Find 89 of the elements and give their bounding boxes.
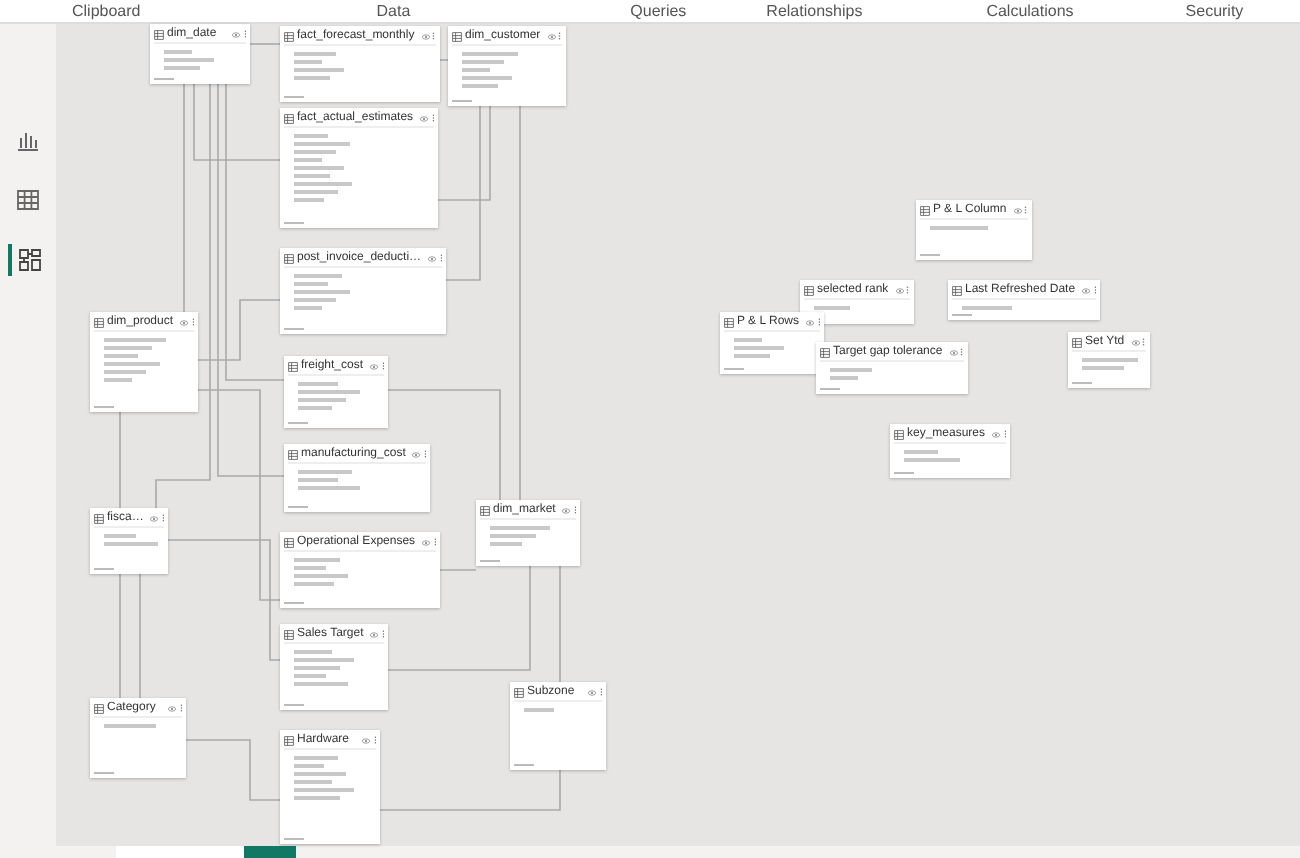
table-icon <box>452 31 462 41</box>
collapse-link[interactable] <box>514 763 534 766</box>
collapse-link[interactable] <box>480 559 500 562</box>
collapse-link[interactable] <box>288 421 308 424</box>
relationship-line[interactable] <box>139 573 141 699</box>
table-icon <box>480 505 490 515</box>
collapse-link[interactable] <box>820 387 840 390</box>
eye-icon[interactable] <box>420 115 429 121</box>
eye-icon[interactable] <box>547 33 556 39</box>
collapse-link[interactable] <box>952 313 972 316</box>
collapse-link[interactable] <box>284 95 304 98</box>
eye-icon[interactable] <box>1013 207 1022 213</box>
relationship-line[interactable] <box>439 569 477 571</box>
table-icon <box>820 347 830 357</box>
ribbon-group-label: Data <box>376 2 411 20</box>
eye-icon[interactable] <box>562 507 571 513</box>
table-icon <box>894 429 904 439</box>
eye-icon[interactable] <box>428 255 437 261</box>
collapse-link[interactable] <box>284 327 304 330</box>
collapse-link[interactable] <box>284 601 304 604</box>
eye-icon[interactable] <box>370 363 379 369</box>
collapse-link[interactable] <box>894 471 914 474</box>
collapse-link[interactable] <box>724 367 744 370</box>
eye-icon[interactable] <box>1082 287 1091 293</box>
table-icon <box>154 29 164 39</box>
relationship-line[interactable] <box>185 739 281 801</box>
collapse-link[interactable] <box>1072 381 1092 384</box>
table-icon <box>284 629 294 639</box>
relationship-line[interactable] <box>387 565 531 671</box>
relationship-line[interactable] <box>519 105 521 501</box>
table-icon <box>284 253 294 263</box>
collapse-link[interactable] <box>284 837 304 840</box>
ribbon-group-label: Queries <box>630 2 687 20</box>
collapse-link[interactable] <box>94 405 114 408</box>
eye-icon[interactable] <box>895 287 904 293</box>
table-icon <box>94 317 104 327</box>
relationship-line[interactable] <box>437 105 491 201</box>
relationship-line[interactable] <box>197 389 281 601</box>
eye-icon[interactable] <box>362 737 370 743</box>
page-tab[interactable] <box>244 846 296 858</box>
table-icon <box>952 285 962 295</box>
page-tab[interactable] <box>116 846 244 858</box>
table-icon <box>94 513 104 523</box>
relationship-line[interactable] <box>249 43 281 45</box>
ribbon-group-label: Security <box>1185 2 1244 20</box>
ribbon-group-label: Calculations <box>986 2 1074 20</box>
relationship-line[interactable] <box>559 565 561 683</box>
table-icon <box>804 285 814 295</box>
ribbon-group-label: Relationships <box>766 2 863 20</box>
table-icon <box>920 205 930 215</box>
eye-icon[interactable] <box>370 631 379 637</box>
table-icon <box>288 361 298 371</box>
eye-icon[interactable] <box>806 319 815 325</box>
table-icon <box>514 687 524 697</box>
relationship-line[interactable] <box>225 83 285 381</box>
relationship-line[interactable] <box>193 83 281 161</box>
eye-icon[interactable] <box>588 689 596 695</box>
eye-icon[interactable] <box>150 515 159 521</box>
eye-icon[interactable] <box>232 31 240 37</box>
table-icon <box>94 703 104 713</box>
ribbon-group-label: Clipboard <box>72 2 141 20</box>
eye-icon[interactable] <box>1131 339 1140 345</box>
eye-icon[interactable] <box>168 705 176 711</box>
eye-icon[interactable] <box>992 431 1001 437</box>
relationship-line[interactable] <box>167 539 281 661</box>
eye-icon[interactable] <box>421 33 430 39</box>
table-icon <box>284 31 294 41</box>
collapse-link[interactable] <box>288 505 308 508</box>
collapse-link[interactable] <box>920 253 940 256</box>
collapse-link[interactable] <box>284 221 304 224</box>
eye-icon[interactable] <box>412 451 421 457</box>
collapse-link[interactable] <box>154 77 174 80</box>
eye-icon[interactable] <box>180 319 189 325</box>
table-icon <box>1072 337 1082 347</box>
eye-icon[interactable] <box>949 349 958 355</box>
relationship-line[interactable] <box>197 299 281 361</box>
table-icon <box>284 113 294 123</box>
relationship-line[interactable] <box>445 105 481 281</box>
relationship-line[interactable] <box>379 769 561 811</box>
collapse-link[interactable] <box>94 567 114 570</box>
table-icon <box>284 735 294 745</box>
eye-icon[interactable] <box>422 539 431 545</box>
table-icon <box>724 317 734 327</box>
table-icon <box>284 537 294 547</box>
collapse-link[interactable] <box>94 771 114 774</box>
collapse-link[interactable] <box>284 703 304 706</box>
table-icon <box>288 449 298 459</box>
collapse-link[interactable] <box>452 99 472 102</box>
relationship-line[interactable] <box>217 83 285 477</box>
